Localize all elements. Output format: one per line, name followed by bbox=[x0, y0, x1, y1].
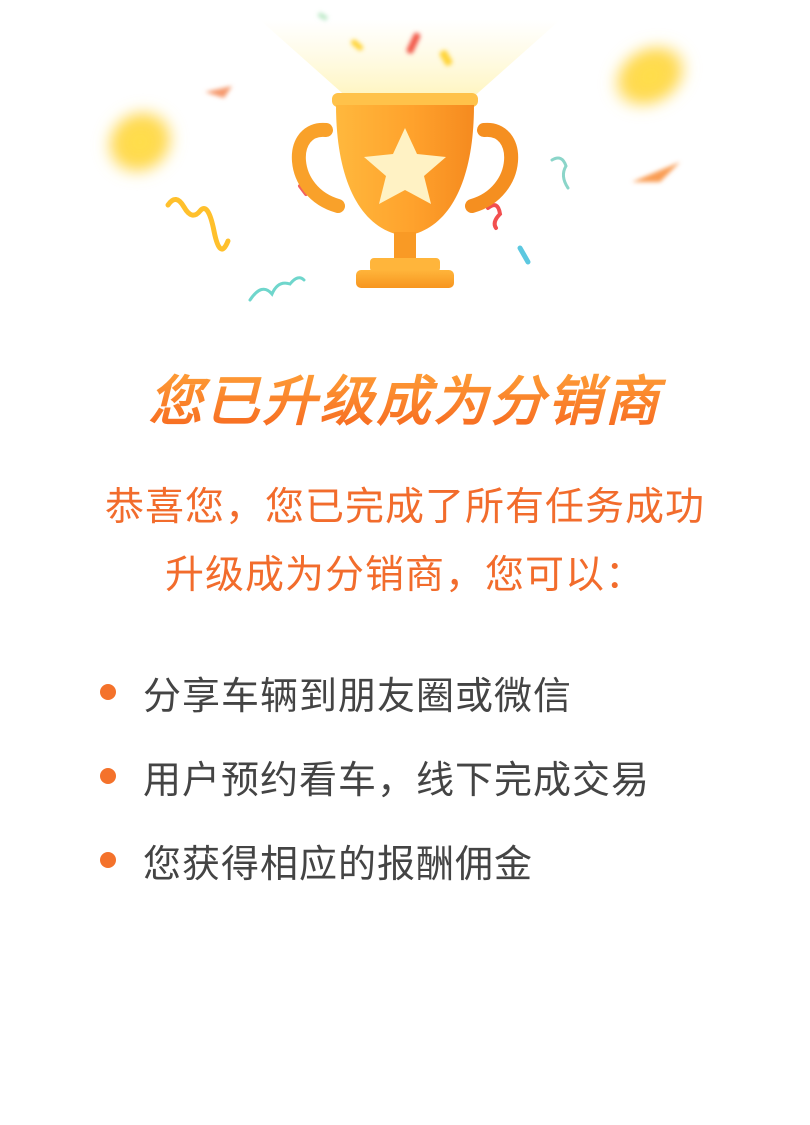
message-line: 升级成为分销商，您可以： bbox=[164, 553, 645, 598]
list-item: 您获得相应的报酬佣金 bbox=[100, 818, 780, 902]
list-item: 用户预约看车，线下完成交易 bbox=[100, 734, 780, 818]
light-beam bbox=[260, 20, 560, 100]
bullet-dot-icon bbox=[100, 852, 116, 868]
benefit-list: 分享车辆到朋友圈或微信 用户预约看车，线下完成交易 您获得相应的报酬佣金 bbox=[100, 650, 780, 902]
message-line: 恭喜您，您已完成了所有任务成功 bbox=[104, 485, 705, 530]
bullet-dot-icon bbox=[100, 684, 116, 700]
bullet-dot-icon bbox=[100, 768, 116, 784]
page-title: 您已升级成为分销商 bbox=[0, 362, 810, 442]
benefit-text: 您获得相应的报酬佣金 bbox=[143, 841, 534, 886]
benefit-text: 分享车辆到朋友圈或微信 bbox=[143, 673, 573, 718]
list-item: 分享车辆到朋友圈或微信 bbox=[100, 650, 780, 734]
trophy-icon bbox=[291, 93, 519, 288]
benefit-text: 用户预约看车，线下完成交易 bbox=[143, 757, 651, 802]
upgrade-success-page: 您已升级成为分销商 恭喜您，您已完成了所有任务成功 升级成为分销商，您可以： 分… bbox=[0, 0, 810, 1125]
trophy-illustration bbox=[101, 12, 692, 302]
congratulation-message: 恭喜您，您已完成了所有任务成功 升级成为分销商，您可以： bbox=[40, 474, 770, 610]
